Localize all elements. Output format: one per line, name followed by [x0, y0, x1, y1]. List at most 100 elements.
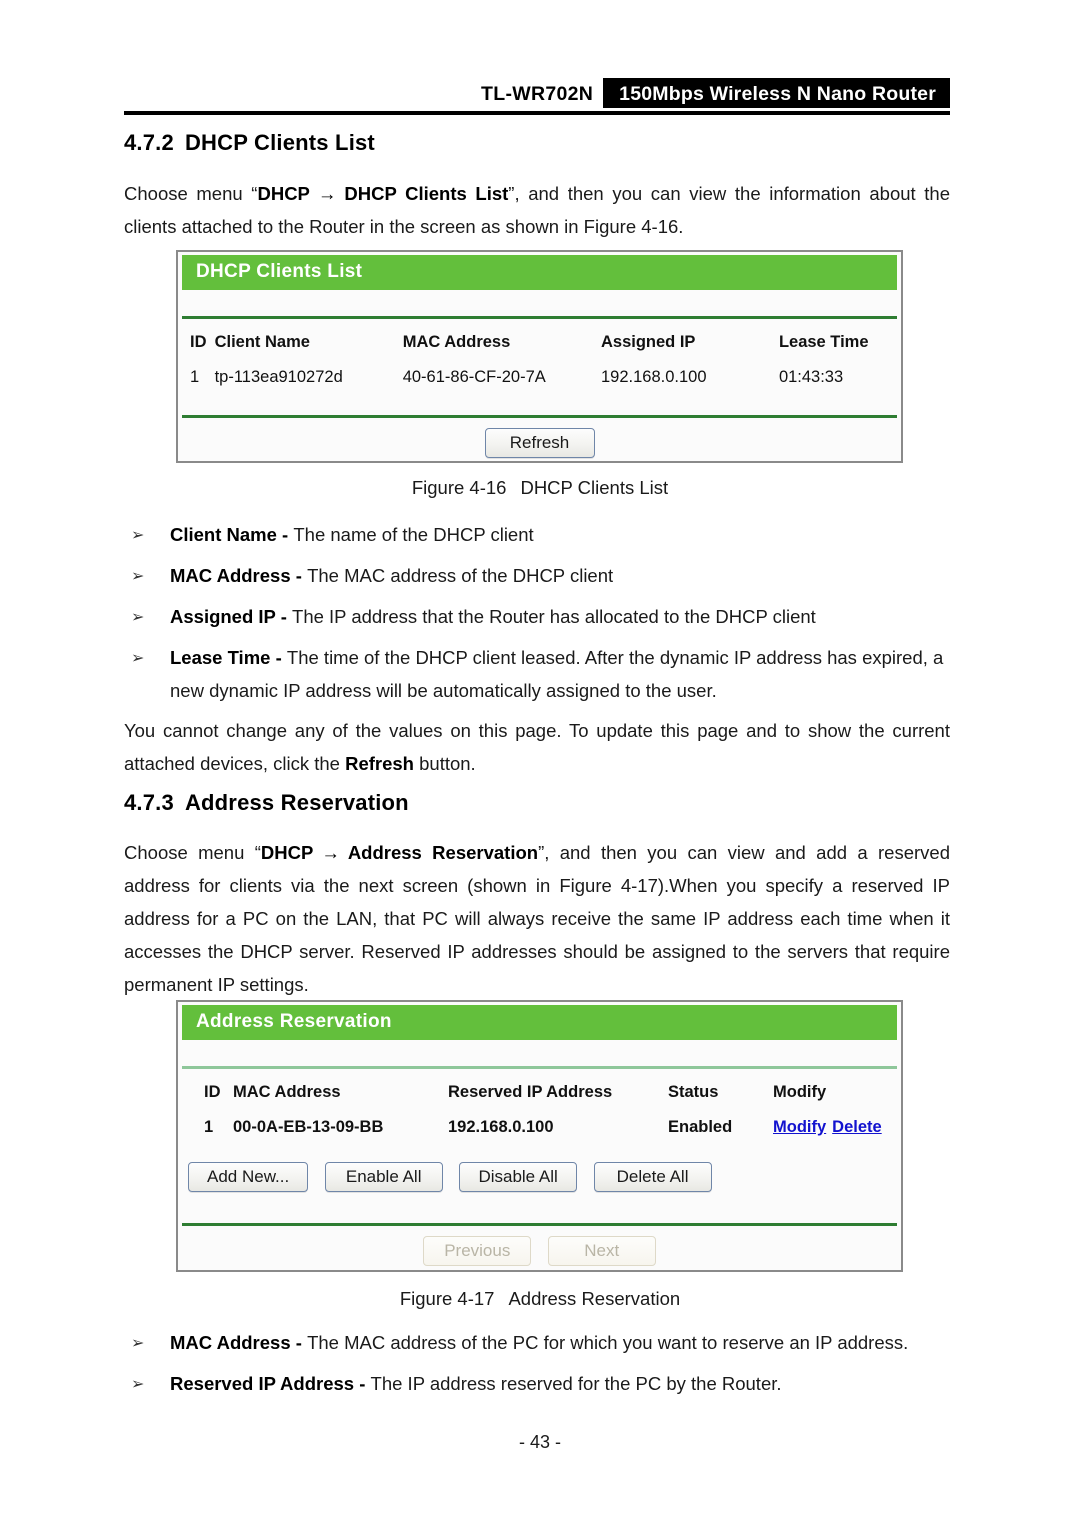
column-header-mac-address: MAC Address [402, 333, 511, 351]
bullet-desc: The name of the DHCP client [293, 524, 534, 545]
figure-label: Figure 4-16 [411, 477, 507, 498]
figure-caption-4-17: Figure 4-17 Address Reservation [0, 1288, 1080, 1310]
model-name: TL-WR702N [481, 83, 594, 105]
menu-dhcp: DHCP [260, 842, 314, 863]
column-header-mac-address: MAC Address [233, 1083, 341, 1101]
cell-reserved-ip: 192.168.0.100 [448, 1118, 554, 1136]
column-header-status: Status [668, 1083, 719, 1101]
bullet-dash: - [270, 647, 287, 668]
note-part1: You cannot change any of the values on t… [124, 720, 950, 774]
section-title: DHCP Clients List [184, 130, 375, 155]
section-heading-address-reservation: 4.7.3 Address Reservation [124, 790, 409, 816]
previous-button[interactable]: Previous [423, 1236, 532, 1266]
cell-modify-actions: Modify Delete [773, 1106, 903, 1137]
cell-id: 1 [204, 1118, 214, 1136]
cell-lease-time: 01:43:33 [778, 368, 844, 386]
enable-all-button[interactable]: Enable All [324, 1162, 443, 1192]
paragraph-address-reservation-intro: Choose menu “DHCP → Address Reservation”, … [124, 836, 950, 1001]
panel-subbar [178, 1040, 901, 1066]
column-header-reserved-ip-address: Reserved IP Address [448, 1083, 613, 1101]
intro-prefix: Choose menu “ [124, 842, 261, 863]
section-number: 4.7.3 [124, 790, 174, 815]
figure-address-reservation-panel: Address Reservation ID MAC Address Reser… [176, 1000, 903, 1272]
column-header-id: ID [190, 333, 207, 351]
column-header-modify: Modify [773, 1083, 827, 1101]
table-row: 1 00-0A-EB-13-09-BB 192.168.0.100 Enable… [178, 1106, 903, 1137]
bullet-marker-icon: ➢ [131, 1376, 145, 1393]
paragraph-dhcp-intro: Choose menu “DHCP → DHCP Clients List”, an… [124, 177, 950, 243]
address-reservation-table: ID MAC Address Reserved IP Address Statu… [178, 1069, 903, 1137]
bullet-dash: - [275, 606, 293, 627]
next-button[interactable]: Next [547, 1236, 656, 1266]
bullet-dash: - [276, 524, 294, 545]
figure-title: Address Reservation [508, 1288, 681, 1309]
product-banner: 150Mbps Wireless N Nano Router [603, 78, 950, 108]
header-rule [124, 111, 950, 115]
bullet-assigned-ip: ➢ Assigned IP - The IP address that the … [124, 600, 950, 633]
table-header-row: ID MAC Address Reserved IP Address Statu… [178, 1069, 903, 1106]
dhcp-clients-table: ID Client Name MAC Address Assigned IP L… [178, 319, 901, 387]
intro-suffix: ”, and then you can view and add a reser… [124, 842, 950, 995]
panel-divider-bottom [182, 1223, 897, 1226]
document-page: TL-WR702N 150Mbps Wireless N Nano Router… [0, 0, 1080, 1527]
panel-title-dhcp-clients-list: DHCP Clients List [182, 255, 897, 290]
table-header-row: ID Client Name MAC Address Assigned IP L… [178, 319, 901, 356]
column-header-lease-time: Lease Time [778, 333, 869, 351]
bullet-mac-address-reservation: ➢ MAC Address - The MAC address of the P… [124, 1326, 950, 1359]
figure-caption-4-16: Figure 4-16 DHCP Clients List [0, 477, 1080, 499]
figure-label: Figure 4-17 [399, 1288, 495, 1309]
bullet-dash: - [290, 1332, 308, 1353]
bullet-term: Lease Time [170, 647, 271, 668]
column-header-assigned-ip: Assigned IP [600, 333, 696, 351]
modify-link[interactable]: Modify [773, 1118, 826, 1136]
bullet-dash: - [290, 565, 308, 586]
section-title: Address Reservation [184, 790, 409, 815]
cell-status: Enabled [668, 1118, 733, 1136]
cell-id: 1 [190, 368, 200, 386]
panel-divider-bottom [182, 415, 897, 418]
menu-address-reservation: Address Reservation [347, 842, 539, 863]
bullet-marker-icon: ➢ [131, 650, 145, 667]
bullet-term: MAC Address [170, 1332, 291, 1353]
column-header-id: ID [204, 1083, 221, 1101]
disable-all-button[interactable]: Disable All [459, 1162, 578, 1192]
pagination-row: Previous Next [178, 1236, 901, 1266]
bullet-term: Client Name [170, 524, 277, 545]
arrow-icon: → [321, 842, 340, 863]
bullet-marker-icon: ➢ [131, 527, 145, 544]
bullet-desc: The IP address that the Router has alloc… [292, 606, 816, 627]
bullet-marker-icon: ➢ [131, 1335, 145, 1352]
cell-mac-address: 00-0A-EB-13-09-BB [233, 1118, 384, 1136]
bullet-term: Reserved IP Address [170, 1373, 355, 1394]
menu-dhcp-clients-list: DHCP Clients List [344, 183, 509, 204]
column-header-client-name: Client Name [214, 333, 310, 351]
refresh-button[interactable]: Refresh [484, 428, 595, 458]
running-header: TL-WR702N 150Mbps Wireless N Nano Router [124, 78, 950, 112]
panel-subbar [178, 290, 901, 316]
menu-dhcp: DHCP [257, 183, 310, 204]
figure-title: DHCP Clients List [520, 477, 669, 498]
cell-client-name: tp-113ea910272d [214, 368, 343, 386]
page-number: - 43 - [518, 1432, 561, 1452]
refresh-button-row: Refresh [178, 428, 901, 458]
bullet-client-name: ➢ Client Name - The name of the DHCP cli… [124, 518, 950, 551]
bullet-desc: The IP address reserved for the PC by th… [370, 1373, 782, 1394]
bullet-term: Assigned IP [170, 606, 276, 627]
bullet-term: MAC Address [170, 565, 291, 586]
bullet-desc: The MAC address of the DHCP client [307, 565, 614, 586]
delete-all-button[interactable]: Delete All [593, 1162, 712, 1192]
note-bold-refresh: Refresh [345, 753, 414, 774]
intro-prefix: Choose menu “ [124, 183, 258, 204]
cell-assigned-ip: 192.168.0.100 [600, 368, 707, 386]
note-part2: button. [413, 753, 476, 774]
delete-link[interactable]: Delete [832, 1118, 882, 1136]
bullet-desc: The time of the DHCP client leased. Afte… [170, 647, 944, 701]
add-new-button[interactable]: Add New... [188, 1162, 309, 1192]
action-buttons-row: Add New... Enable All Disable All Delete… [178, 1162, 724, 1192]
bullet-dash: - [354, 1373, 371, 1394]
bullet-mac-address: ➢ MAC Address - The MAC address of the D… [124, 559, 950, 592]
figure-dhcp-clients-list-panel: DHCP Clients List ID Client Name MAC Add… [176, 250, 903, 463]
bullet-desc: The MAC address of the PC for which you … [307, 1332, 909, 1353]
cell-mac-address: 40-61-86-CF-20-7A [402, 368, 546, 386]
panel-title-address-reservation: Address Reservation [182, 1005, 897, 1040]
